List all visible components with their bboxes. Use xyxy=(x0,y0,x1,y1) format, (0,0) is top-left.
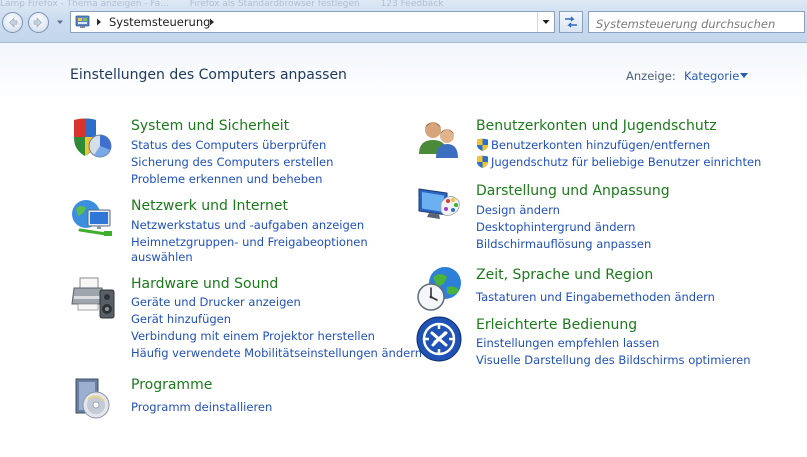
uac-shield-icon xyxy=(477,138,488,151)
category-user-accounts: Benutzerkonten und Jugendschutz Benutzer… xyxy=(415,116,795,176)
ghost-tab: Firefox als Standardbrowser festlegen xyxy=(189,0,360,9)
view-by-label: Anzeige: xyxy=(626,69,676,83)
link-projector[interactable]: Verbindung mit einem Projektor herstelle… xyxy=(131,329,375,344)
link-parental-controls[interactable]: Jugendschutz für beliebige Benutzer einr… xyxy=(491,155,761,170)
link-troubleshoot[interactable]: Probleme erkennen und beheben xyxy=(131,172,322,187)
category-title-appearance[interactable]: Darstellung und Anpassung xyxy=(476,183,670,199)
link-homegroup[interactable]: Heimnetzgruppen- und Freigabeoptionen xyxy=(131,235,368,250)
link-add-device[interactable]: Gerät hinzufügen xyxy=(131,312,231,327)
category-title-hardware[interactable]: Hardware und Sound xyxy=(131,276,278,292)
link-homegroup-continued[interactable]: auswählen xyxy=(131,250,193,265)
view-by-dropdown[interactable]: Kategorie xyxy=(684,69,739,83)
link-computer-status[interactable]: Status des Computers überprüfen xyxy=(131,138,326,153)
chevron-down-icon xyxy=(542,20,550,24)
monitor-palette-icon[interactable] xyxy=(415,181,463,229)
link-desktop-background[interactable]: Desktophintergrund ändern xyxy=(476,220,635,235)
ghost-tab: 123 Feedback xyxy=(380,0,444,9)
page-title: Einstellungen des Computers anpassen xyxy=(70,67,347,83)
forward-button[interactable] xyxy=(28,12,49,33)
chevron-down-icon[interactable] xyxy=(740,73,748,78)
link-add-remove-accounts[interactable]: Benutzerkonten hinzufügen/entfernen xyxy=(491,138,710,153)
search-input[interactable] xyxy=(588,11,805,33)
category-title-system[interactable]: System und Sicherheit xyxy=(131,118,289,134)
category-programs: Programme Programm deinstallieren xyxy=(70,375,410,425)
clock-globe-icon[interactable] xyxy=(415,265,463,313)
users-icon[interactable] xyxy=(415,116,463,164)
control-panel-icon xyxy=(75,15,90,28)
uac-shield-icon xyxy=(477,155,488,168)
category-title-programs[interactable]: Programme xyxy=(131,377,212,393)
category-title-access[interactable]: Erleichterte Bedienung xyxy=(476,317,637,333)
link-uninstall-program[interactable]: Programm deinstallieren xyxy=(131,400,272,415)
control-panel-content: Einstellungen des Computers anpassen Anz… xyxy=(0,43,807,457)
address-dropdown-button[interactable] xyxy=(537,12,554,32)
category-ease-of-access: Erleichterte Bedienung Einstellungen emp… xyxy=(415,315,795,375)
arrow-right-icon xyxy=(33,17,42,28)
breadcrumb-systemsteuerung[interactable]: Systemsteuerung xyxy=(109,15,210,29)
ease-of-access-icon[interactable] xyxy=(415,315,463,363)
refresh-button[interactable] xyxy=(559,11,583,33)
category-title-network[interactable]: Netzwerk und Internet xyxy=(131,198,288,214)
programs-disc-icon[interactable] xyxy=(70,375,118,423)
breadcrumb-arrow-icon[interactable] xyxy=(96,18,102,26)
back-button[interactable] xyxy=(2,12,23,33)
link-screen-resolution[interactable]: Bildschirmauflösung anpassen xyxy=(476,237,651,252)
address-bar[interactable]: Systemsteuerung xyxy=(70,11,555,33)
printer-speaker-icon[interactable] xyxy=(70,274,118,322)
link-optimize-display[interactable]: Visuelle Darstellung des Bildschirms opt… xyxy=(476,353,751,368)
navigation-bar: Lamp Firefox - Thema anzeigen - Fa... Fi… xyxy=(0,0,807,43)
category-network: Netzwerk und Internet Netzwerkstatus und… xyxy=(70,196,410,266)
category-system-security: System und Sicherheit Status des Compute… xyxy=(70,116,410,186)
refresh-icon xyxy=(565,16,577,28)
category-title-clock[interactable]: Zeit, Sprache und Region xyxy=(476,267,653,283)
arrow-left-icon xyxy=(9,17,18,28)
category-clock-region: Zeit, Sprache und Region Tastaturen und … xyxy=(415,265,795,315)
link-backup[interactable]: Sicherung des Computers erstellen xyxy=(131,155,333,170)
network-globe-icon[interactable] xyxy=(70,196,118,244)
category-title-users[interactable]: Benutzerkonten und Jugendschutz xyxy=(476,118,717,134)
link-recommend-settings[interactable]: Einstellungen empfehlen lassen xyxy=(476,336,659,351)
link-network-status[interactable]: Netzwerkstatus und -aufgaben anzeigen xyxy=(131,218,364,233)
category-appearance: Darstellung und Anpassung Design ändern … xyxy=(415,181,795,251)
link-mobility-settings[interactable]: Häufig verwendete Mobilitätseinstellunge… xyxy=(131,346,422,361)
shield-pie-icon[interactable] xyxy=(70,116,118,164)
ghost-tab: Lamp Firefox - Thema anzeigen - Fa... xyxy=(0,0,169,9)
category-hardware-sound: Hardware und Sound Geräte und Drucker an… xyxy=(70,274,422,364)
breadcrumb-arrow-icon[interactable] xyxy=(209,18,215,26)
link-change-theme[interactable]: Design ändern xyxy=(476,203,560,218)
link-devices-printers[interactable]: Geräte und Drucker anzeigen xyxy=(131,295,301,310)
background-tabs: Lamp Firefox - Thema anzeigen - Fa... Fi… xyxy=(0,0,807,10)
link-keyboards-input[interactable]: Tastaturen und Eingabemethoden ändern xyxy=(476,290,715,305)
recent-pages-dropdown-icon[interactable] xyxy=(56,18,64,26)
